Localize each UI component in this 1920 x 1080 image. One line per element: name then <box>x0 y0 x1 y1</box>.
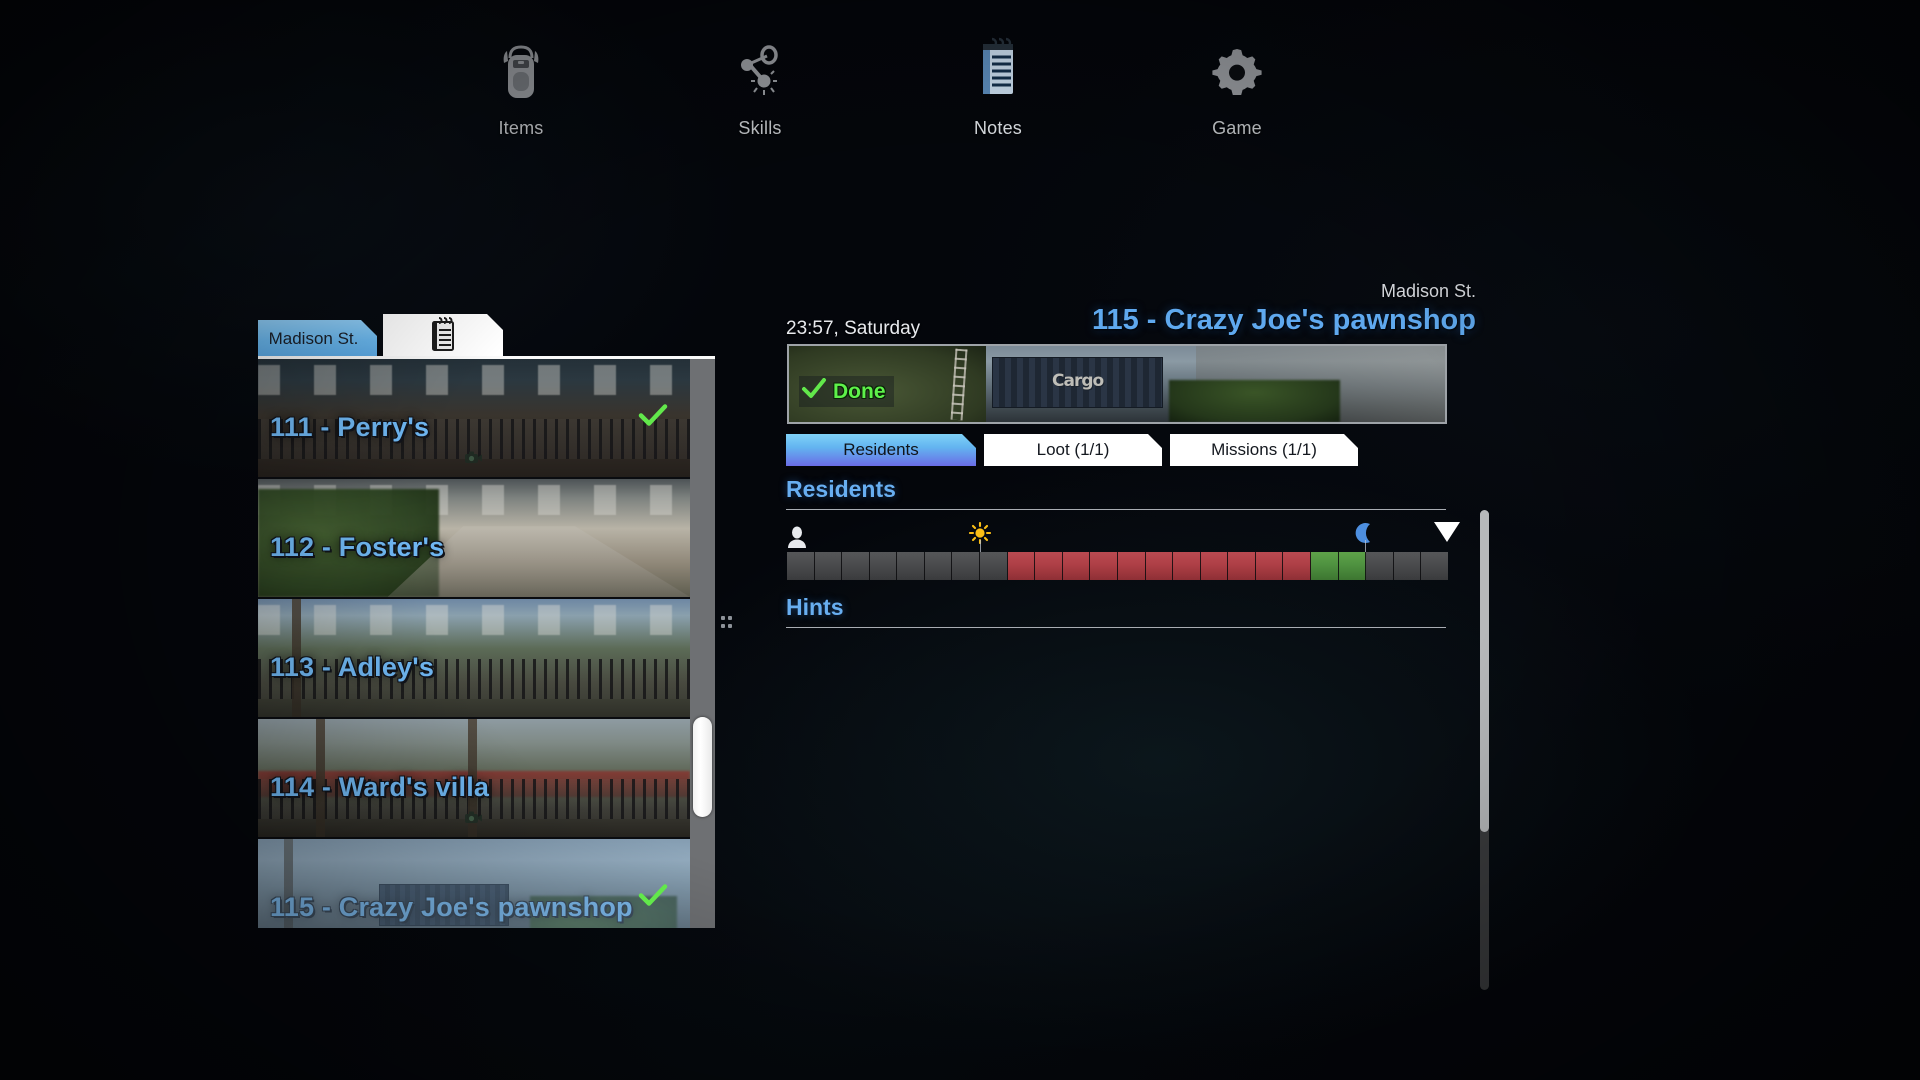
left-tab-street[interactable]: Madison St. <box>258 320 377 358</box>
moon-icon <box>1355 522 1375 568</box>
notepad-icon <box>428 317 458 356</box>
backpack-icon <box>446 42 596 104</box>
timeline-hour-segment[interactable] <box>869 552 898 580</box>
timeline-hour-segment[interactable] <box>1421 552 1448 580</box>
tab-residents-label: Residents <box>843 440 919 459</box>
list-scrollbar-thumb[interactable] <box>693 717 712 817</box>
timeline-hour-segment[interactable] <box>980 552 1008 580</box>
check-icon <box>638 404 668 433</box>
divider <box>786 627 1446 628</box>
sun-icon <box>968 521 991 568</box>
locations-list-panel: Madison St. 111 - Perry's 112 - Foster's… <box>258 318 732 928</box>
menu-item-label: Skills <box>738 118 782 138</box>
hints-section: Hints <box>786 594 1446 628</box>
timeline-hour-segment[interactable] <box>1090 552 1118 580</box>
check-icon <box>801 378 827 405</box>
locations-list-body: 111 - Perry's 112 - Foster's 113 - Adley… <box>258 356 715 928</box>
hero-cargo-container: Cargo <box>992 356 1163 409</box>
timeline-hour-segment[interactable] <box>842 552 870 580</box>
list-item-selected[interactable]: 115 - Crazy Joe's pawnshop <box>258 839 690 928</box>
list-item-title: 113 - Adley's <box>270 652 435 682</box>
menu-item-notes[interactable]: Notes <box>923 36 1073 139</box>
residents-schedule-timeline[interactable] <box>786 521 1460 582</box>
list-item[interactable]: 114 - Ward's villa <box>258 719 690 839</box>
tab-loot[interactable]: Loot (1/1) <box>984 434 1162 466</box>
locations-list: 111 - Perry's 112 - Foster's 113 - Adley… <box>258 359 690 928</box>
detail-scrollbar-track[interactable] <box>1480 510 1489 990</box>
timeline-hour-segment[interactable] <box>1393 552 1422 580</box>
menu-item-label: Game <box>1212 118 1262 138</box>
list-item[interactable]: 113 - Adley's <box>258 599 690 719</box>
left-tab-street-label: Madison St. <box>268 329 359 348</box>
section-heading: Hints <box>786 594 844 620</box>
cargo-sign-text: Cargo <box>1052 371 1104 392</box>
timeline-hour-segment[interactable] <box>814 552 843 580</box>
location-hero-image[interactable]: Cargo Done <box>787 344 1447 424</box>
menu-item-game[interactable]: Game <box>1162 42 1312 139</box>
camera-icon <box>465 451 483 469</box>
menu-item-skills[interactable]: Skills <box>685 42 835 139</box>
page-title: 115 - Crazy Joe's pawnshop <box>1091 304 1476 336</box>
timeline-hour-segment[interactable] <box>1366 552 1394 580</box>
timeline-hour-segment[interactable] <box>1338 552 1367 580</box>
timeline-hour-segment[interactable] <box>1283 552 1311 580</box>
detail-tab-strip: Residents Loot (1/1) Missions (1/1) <box>786 434 1446 466</box>
list-scrollbar-track[interactable] <box>690 359 715 928</box>
timeline-hour-segment[interactable] <box>1062 552 1091 580</box>
panel-resize-grip[interactable] <box>721 616 733 630</box>
timeline-hour-segment[interactable] <box>1035 552 1063 580</box>
list-item-title: 112 - Foster's <box>270 532 445 562</box>
left-tab-notes[interactable] <box>383 314 503 358</box>
tab-loot-label: Loot (1/1) <box>1036 440 1110 459</box>
current-time-marker <box>1433 522 1460 542</box>
camera-icon <box>465 811 483 829</box>
timeline-hour-bar[interactable] <box>787 552 1448 580</box>
timeline-markers <box>786 521 1460 568</box>
list-item[interactable]: 111 - Perry's <box>258 359 690 479</box>
timeline-hour-segment[interactable] <box>1173 552 1201 580</box>
tab-residents[interactable]: Residents <box>786 434 976 466</box>
status-badge-label: Done <box>833 379 886 403</box>
timeline-hour-segment[interactable] <box>1228 552 1256 580</box>
left-panel-tab-strip: Madison St. <box>258 318 715 358</box>
timeline-hour-segment[interactable] <box>1145 552 1174 580</box>
hero-hedge <box>1169 380 1341 422</box>
top-menu-bar: Items Skills Notes Game <box>0 0 1920 180</box>
status-badge: Done <box>799 376 894 407</box>
divider <box>786 509 1446 510</box>
menu-item-label: Notes <box>973 118 1023 138</box>
list-item-title: 111 - Perry's <box>270 412 430 442</box>
list-item-title: 114 - Ward's villa <box>270 772 490 802</box>
tab-missions[interactable]: Missions (1/1) <box>1170 434 1358 466</box>
timeline-hour-segment[interactable] <box>787 552 815 580</box>
list-item-title: 115 - Crazy Joe's pawnshop <box>270 892 633 922</box>
skill-tree-icon <box>685 42 835 104</box>
breadcrumb-street: Madison St. <box>1380 281 1476 301</box>
notepad-icon <box>923 36 1073 98</box>
timeline-hour-segment[interactable] <box>1007 552 1036 580</box>
game-clock: 23:57, Saturday <box>786 318 921 339</box>
timeline-hour-segment[interactable] <box>1117 552 1146 580</box>
list-item[interactable]: 112 - Foster's <box>258 479 690 599</box>
gear-icon <box>1162 42 1312 104</box>
detail-scrollbar-thumb[interactable] <box>1480 510 1489 832</box>
timeline-hour-segment[interactable] <box>1255 552 1284 580</box>
check-icon <box>638 884 668 913</box>
timeline-hour-segment[interactable] <box>897 552 925 580</box>
timeline-hour-segment[interactable] <box>952 552 981 580</box>
residents-section: Residents <box>786 476 1446 510</box>
person-icon <box>787 526 807 553</box>
section-heading: Residents <box>786 476 896 502</box>
tab-missions-label: Missions (1/1) <box>1211 440 1317 459</box>
menu-item-label: Items <box>498 118 544 138</box>
timeline-hour-segment[interactable] <box>924 552 953 580</box>
timeline-hour-segment[interactable] <box>1200 552 1229 580</box>
timeline-hour-segment[interactable] <box>1310 552 1339 580</box>
menu-item-items[interactable]: Items <box>446 42 596 139</box>
